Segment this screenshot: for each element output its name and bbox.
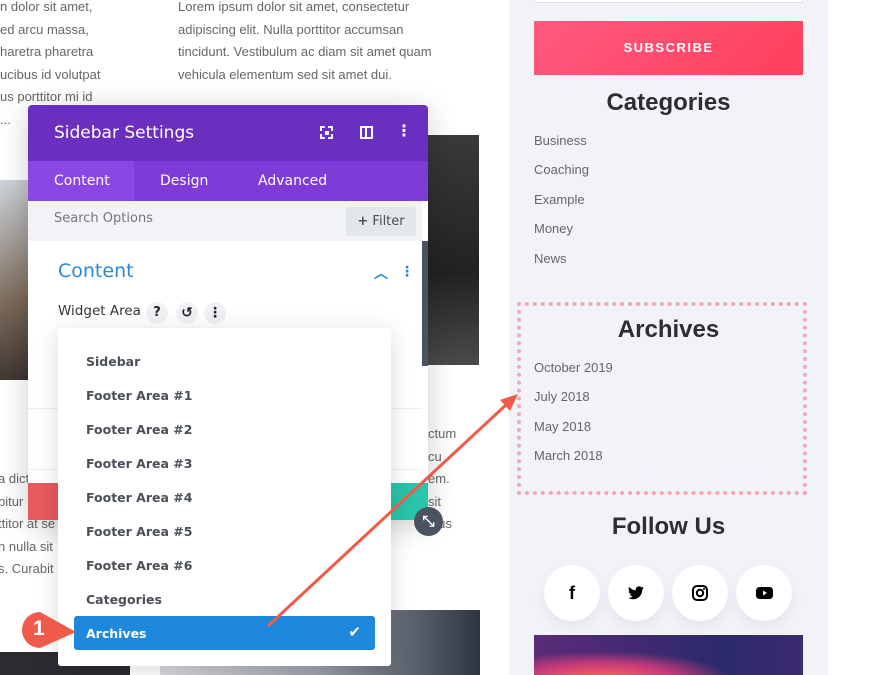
annotation-arrow	[266, 394, 518, 628]
badge-shape-icon	[22, 612, 76, 648]
step-badge: 1	[18, 610, 78, 650]
step-number: 1	[33, 617, 45, 640]
